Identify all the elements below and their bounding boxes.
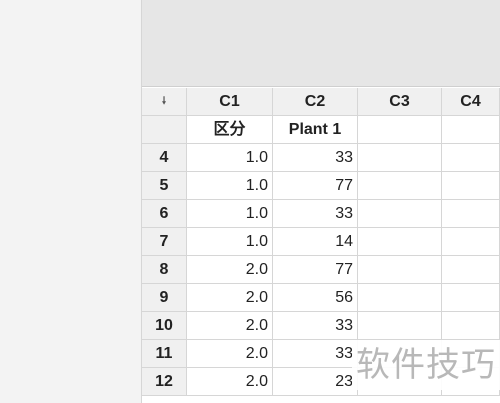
cell-c1[interactable]: 1.0 [187,200,273,228]
table-row: 4 1.0 33 [142,144,500,172]
cell-c1[interactable]: 2.0 [187,312,273,340]
row-number[interactable]: 7 [142,228,187,256]
cell-c2[interactable]: 23 [273,368,358,396]
column-header-c3[interactable]: C3 [358,88,442,116]
watermark: 软件技巧 [352,340,500,390]
cell-c2[interactable]: 77 [273,256,358,284]
column-name-c3[interactable] [358,116,442,144]
cell-c4[interactable] [442,284,500,312]
column-name-row: 区分 Plant 1 [142,116,500,144]
cell-c1[interactable]: 1.0 [187,172,273,200]
column-header-c4[interactable]: C4 [442,88,500,116]
table-row: 5 1.0 77 [142,172,500,200]
column-header-c1[interactable]: C1 [187,88,273,116]
row-number[interactable]: 9 [142,284,187,312]
cell-c3[interactable] [358,256,442,284]
cell-c3[interactable] [358,200,442,228]
cell-c2[interactable]: 33 [273,144,358,172]
cell-c2[interactable]: 77 [273,172,358,200]
row-number[interactable]: 8 [142,256,187,284]
cell-c4[interactable] [442,256,500,284]
down-arrow-icon[interactable]: 🠗 [142,88,187,116]
row-number[interactable]: 4 [142,144,187,172]
cell-c2[interactable]: 33 [273,312,358,340]
cell-c2[interactable]: 14 [273,228,358,256]
column-name-c1[interactable]: 区分 [187,116,273,144]
cell-c4[interactable] [442,312,500,340]
cell-c1[interactable]: 1.0 [187,228,273,256]
column-name-c4[interactable] [442,116,500,144]
row-number[interactable]: 6 [142,200,187,228]
row-number[interactable]: 5 [142,172,187,200]
cell-c1[interactable]: 2.0 [187,340,273,368]
cell-c4[interactable] [442,144,500,172]
table-row: 6 1.0 33 [142,200,500,228]
cell-c3[interactable] [358,284,442,312]
table-row: 7 1.0 14 [142,228,500,256]
cell-c1[interactable]: 2.0 [187,284,273,312]
cell-c3[interactable] [358,144,442,172]
table-row: 10 2.0 33 [142,312,500,340]
cell-c1[interactable]: 2.0 [187,256,273,284]
column-name-row-label [142,116,187,144]
cell-c3[interactable] [358,312,442,340]
cell-c1[interactable]: 1.0 [187,144,273,172]
row-number[interactable]: 12 [142,368,187,396]
cell-c2[interactable]: 56 [273,284,358,312]
column-name-c2[interactable]: Plant 1 [273,116,358,144]
row-number[interactable]: 11 [142,340,187,368]
cell-c2[interactable]: 33 [273,200,358,228]
top-panel [142,0,500,87]
table-row: 9 2.0 56 [142,284,500,312]
row-number[interactable]: 10 [142,312,187,340]
cell-c4[interactable] [442,200,500,228]
left-panel [0,0,142,403]
cell-c1[interactable]: 2.0 [187,368,273,396]
column-id-row: 🠗 C1 C2 C3 C4 [142,88,500,116]
column-header-c2[interactable]: C2 [273,88,358,116]
cell-c3[interactable] [358,172,442,200]
cell-c4[interactable] [442,172,500,200]
cell-c4[interactable] [442,228,500,256]
table-row: 8 2.0 77 [142,256,500,284]
cell-c2[interactable]: 33 [273,340,358,368]
cell-c3[interactable] [358,228,442,256]
